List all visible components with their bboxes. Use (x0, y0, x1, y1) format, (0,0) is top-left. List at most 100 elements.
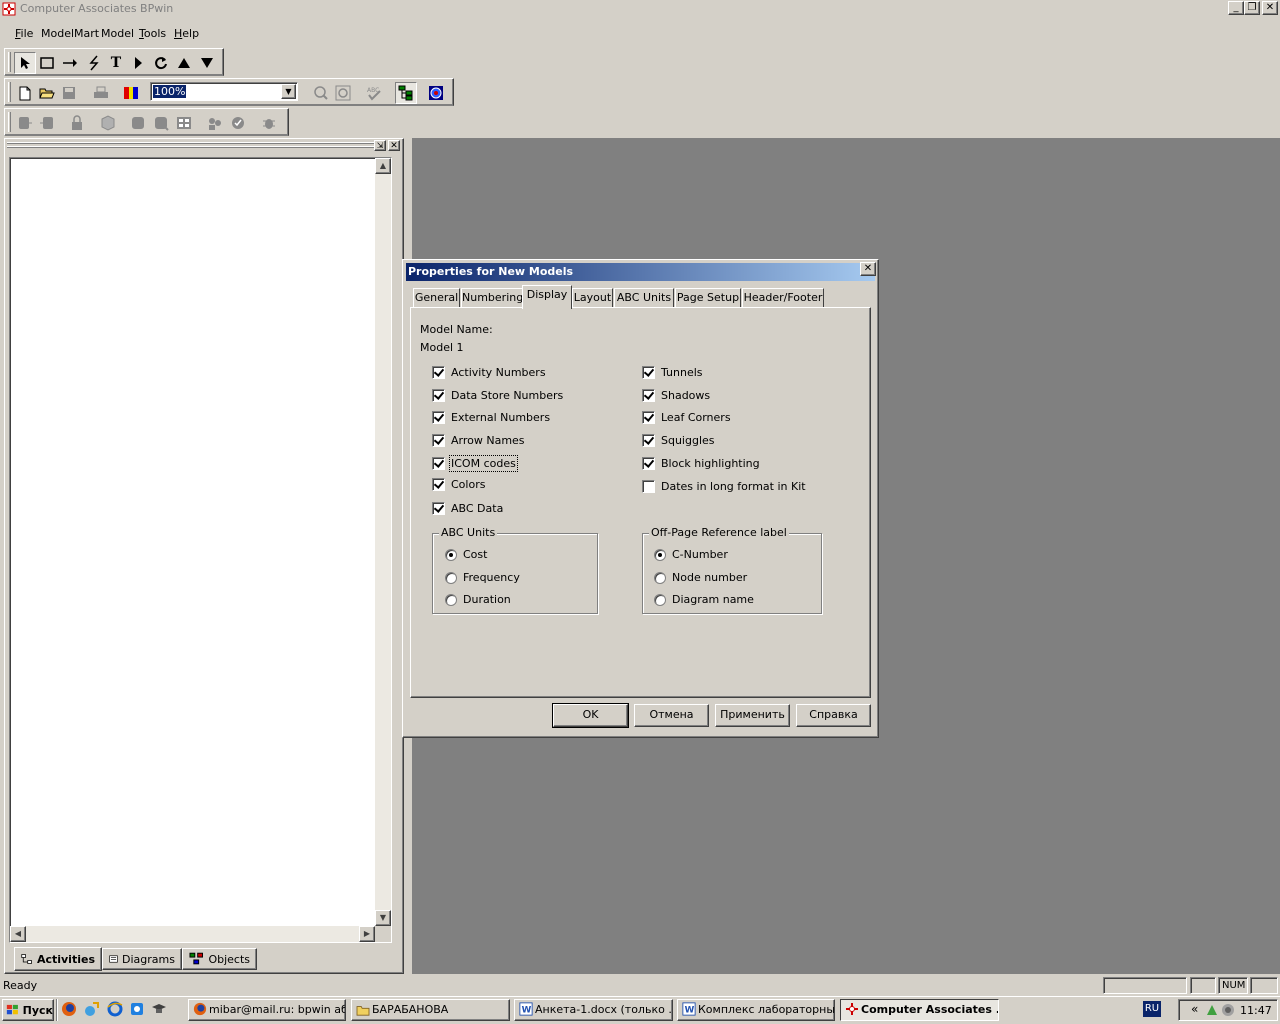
radio-cost[interactable]: Cost (445, 548, 487, 561)
scroll-left-icon[interactable]: ◀ (10, 926, 26, 942)
checkbox-tunnels[interactable]: Tunnels (642, 366, 703, 379)
zoom-select[interactable]: 100% ▼ (150, 82, 298, 101)
text-tool-icon[interactable]: T (105, 52, 127, 74)
task-firefox-mail[interactable]: mibar@mail.ru: bpwin аб... (188, 999, 346, 1021)
spell-check-icon[interactable]: ABC (363, 82, 385, 104)
cancel-button[interactable]: Отмена (634, 704, 709, 727)
mm-grid-icon[interactable] (173, 112, 195, 134)
checkbox-squiggles[interactable]: Squiggles (642, 434, 715, 447)
firefox-icon[interactable] (60, 1001, 78, 1019)
pointer-tool-icon[interactable] (14, 52, 36, 74)
toolbar-grip[interactable] (8, 112, 11, 132)
zoom-in-icon[interactable] (310, 82, 332, 104)
graduation-cap-icon[interactable] (150, 1001, 168, 1019)
tab-objects[interactable]: Objects (182, 948, 257, 970)
dialog-close-icon[interactable]: ✕ (860, 262, 876, 276)
mm-save-icon[interactable] (150, 112, 172, 134)
window-title-bar[interactable]: Computer Associates BPwin _ ❐ ✕ (0, 0, 1280, 18)
go-down-icon[interactable] (196, 52, 218, 74)
tray-network-icon[interactable] (1205, 1003, 1219, 1017)
radio-duration[interactable]: Duration (445, 593, 511, 606)
tray-expand-icon[interactable]: « (1191, 1002, 1198, 1016)
menu-file[interactable]: File (15, 27, 33, 40)
modelmart-icon[interactable] (425, 82, 447, 104)
mm-library-icon[interactable] (97, 112, 119, 134)
checkbox-shadows[interactable]: Shadows (642, 389, 710, 402)
mm-bug-icon[interactable] (258, 112, 280, 134)
pane-grip[interactable] (7, 142, 375, 144)
new-file-icon[interactable] (14, 82, 36, 104)
chevron-down-icon[interactable]: ▼ (281, 84, 296, 99)
start-button[interactable]: Пуск (2, 999, 54, 1021)
checkbox-arrow-names[interactable]: Arrow Names (432, 434, 525, 447)
mm-disconnect-icon[interactable] (36, 112, 58, 134)
tab-page-setup[interactable]: Page Setup (675, 288, 741, 308)
tab-display[interactable]: Display (522, 285, 572, 309)
zoom-out-icon[interactable] (332, 82, 354, 104)
mm-connect-icon[interactable] (14, 112, 36, 134)
pane-grip[interactable] (7, 146, 375, 148)
tab-numbering[interactable]: Numbering (461, 288, 523, 308)
task-bpwin[interactable]: Computer Associates ... (840, 999, 999, 1021)
close-button[interactable]: ✕ (1262, 1, 1278, 15)
task-word-lab[interactable]: W Комплекс лабораторны... (677, 999, 835, 1021)
print-icon[interactable] (90, 82, 112, 104)
radio-c-number[interactable]: C-Number (654, 548, 728, 561)
model-explorer-icon[interactable] (395, 82, 417, 104)
help-button[interactable]: Справка (796, 704, 871, 727)
tray-antivirus-icon[interactable] (1221, 1003, 1235, 1017)
checkbox-external-numbers[interactable]: External Numbers (432, 411, 550, 424)
checkbox-data-store-numbers[interactable]: Data Store Numbers (432, 389, 563, 402)
tab-diagrams[interactable]: Diagrams (102, 948, 182, 970)
pane-resize-icon[interactable]: ⇲ (374, 140, 386, 151)
browser-icon[interactable] (128, 1001, 146, 1019)
checkbox-activity-numbers[interactable]: Activity Numbers (432, 366, 546, 379)
checkbox-abc-data[interactable]: ABC Data (432, 502, 503, 515)
color-palette-icon[interactable] (120, 82, 142, 104)
toolbar-grip[interactable] (8, 82, 11, 102)
radio-node-number[interactable]: Node number (654, 571, 747, 584)
task-folder[interactable]: БАРАБАНОВА (351, 999, 510, 1021)
apply-button[interactable]: Применить (715, 704, 790, 727)
checkbox-leaf-corners[interactable]: Leaf Corners (642, 411, 731, 424)
arrow-tool-icon[interactable] (59, 52, 81, 74)
tab-general[interactable]: General (413, 288, 460, 308)
mm-users-icon[interactable] (204, 112, 226, 134)
vertical-scrollbar[interactable]: ▲ ▼ (375, 158, 391, 926)
radio-frequency[interactable]: Frequency (445, 571, 520, 584)
ok-button[interactable]: OK (552, 703, 629, 728)
activity-tree[interactable] (9, 157, 392, 943)
restore-button[interactable]: ❐ (1244, 1, 1260, 15)
minimize-button[interactable]: _ (1228, 1, 1244, 15)
go-to-child-icon[interactable] (127, 52, 149, 74)
go-to-parent-icon[interactable] (173, 52, 195, 74)
mm-open-icon[interactable] (127, 112, 149, 134)
refresh-icon[interactable] (150, 52, 172, 74)
dialog-title[interactable]: Properties for New Models (406, 263, 875, 281)
open-folder-icon[interactable] (36, 82, 58, 104)
tab-layout[interactable]: Layout (572, 288, 613, 308)
task-word-anketa[interactable]: W Анкета-1.docx (только ... (514, 999, 673, 1021)
menu-modelmart[interactable]: ModelMart (41, 27, 99, 40)
checkbox-icom-codes[interactable]: ICOM codes (432, 455, 518, 472)
scroll-right-icon[interactable]: ▶ (359, 926, 375, 942)
tab-activities[interactable]: Activities (14, 947, 102, 971)
scroll-down-icon[interactable]: ▼ (375, 910, 391, 926)
squiggle-tool-icon[interactable] (83, 52, 105, 74)
scroll-up-icon[interactable]: ▲ (375, 158, 391, 174)
menu-help[interactable]: Help (174, 27, 199, 40)
network-icon[interactable] (83, 1001, 101, 1019)
tab-abc-units[interactable]: ABC Units (614, 288, 674, 308)
internet-explorer-icon[interactable] (106, 1001, 124, 1019)
lock-icon[interactable] (66, 112, 88, 134)
radio-diagram-name[interactable]: Diagram name (654, 593, 754, 606)
checkbox-block-highlighting[interactable]: Block highlighting (642, 457, 760, 470)
toolbar-grip[interactable] (8, 52, 11, 72)
activity-box-tool-icon[interactable] (36, 52, 58, 74)
language-indicator[interactable]: RU (1143, 1001, 1161, 1017)
pane-close-icon[interactable]: ✕ (388, 140, 400, 151)
mm-security-icon[interactable] (227, 112, 249, 134)
menu-tools[interactable]: Tools (139, 27, 166, 40)
horizontal-scrollbar[interactable]: ◀ ▶ (10, 926, 375, 942)
tab-header-footer[interactable]: Header/Footer (742, 288, 824, 308)
